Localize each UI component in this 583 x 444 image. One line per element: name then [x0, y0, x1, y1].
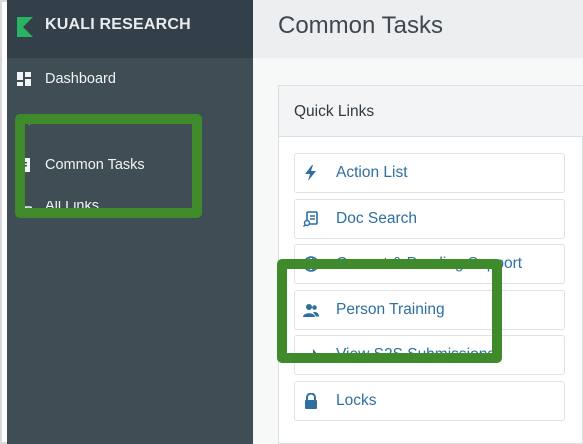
doc-search-icon [303, 211, 318, 227]
quick-link-action-list[interactable]: Action List [294, 153, 565, 193]
quick-link-locks[interactable]: Locks [294, 381, 565, 421]
sidebar: KUALI RESEARCH Dashboard Search Records … [7, 0, 253, 444]
quick-link-label: Action List [336, 164, 408, 181]
sidebar-item-dashboard[interactable]: Dashboard [7, 68, 253, 92]
quick-link-label: Doc Search [336, 210, 417, 227]
quick-links-header: Quick Links [279, 86, 583, 137]
quick-links-title: Quick Links [294, 103, 375, 120]
lightning-icon [305, 165, 316, 181]
dashboard-grid-icon [17, 72, 31, 86]
highlight-box-quick-links [277, 259, 502, 363]
sidebar-item-label: Dashboard [45, 71, 116, 87]
highlight-box-sidebar [15, 114, 202, 218]
lock-icon [305, 393, 317, 409]
quick-link-label: Locks [336, 392, 377, 409]
quick-link-doc-search[interactable]: Doc Search [294, 199, 565, 239]
brand-bar: KUALI RESEARCH [7, 0, 253, 58]
kuali-logo-icon [17, 17, 33, 37]
page-header: Common Tasks [253, 0, 583, 58]
page-title: Common Tasks [278, 12, 443, 39]
brand-name: KUALI RESEARCH [45, 16, 191, 33]
